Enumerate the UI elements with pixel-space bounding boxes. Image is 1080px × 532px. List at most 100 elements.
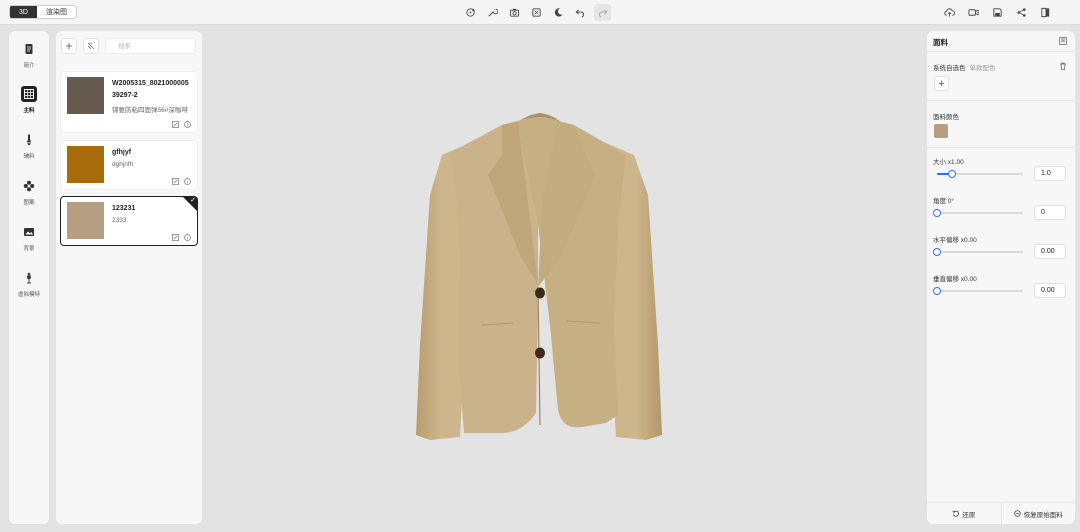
fabric-color-swatch[interactable] xyxy=(934,124,948,138)
sidebar-item-label: 背景 xyxy=(23,246,35,252)
fabric-name: gfhjyf xyxy=(112,149,132,156)
angle-slider[interactable] xyxy=(933,209,1023,217)
trash-icon[interactable] xyxy=(1059,62,1067,70)
fabric-card-actions xyxy=(172,121,191,128)
share-icon xyxy=(1017,8,1026,17)
tab-3d[interactable]: 3D xyxy=(10,6,37,18)
angle-input[interactable] xyxy=(1034,205,1066,220)
left-sidebar: 简介 主料 辅料 图案 背景 虚拟模特 xyxy=(9,31,49,524)
sidebar-item-intro[interactable]: 简介 xyxy=(9,41,49,69)
sidebar-item-label: 虚拟模特 xyxy=(17,292,40,298)
upload-button[interactable] xyxy=(941,4,958,21)
document-icon xyxy=(21,41,37,57)
fabric-grid-icon xyxy=(21,86,37,102)
wrench-icon xyxy=(488,8,498,17)
fabric-description: 2333 xyxy=(112,217,127,224)
custom-color-label: 系统自选色 单款配色 xyxy=(933,65,996,72)
sidebar-item-label: 图案 xyxy=(23,200,35,206)
fabric-search-input[interactable] xyxy=(105,38,196,54)
size-input[interactable] xyxy=(1034,166,1066,181)
filter-icon xyxy=(87,42,95,50)
filter-button[interactable] xyxy=(83,38,99,54)
share-button[interactable] xyxy=(1013,4,1030,21)
adjust-button[interactable] xyxy=(484,4,501,21)
sidebar-item-label: 简介 xyxy=(23,63,35,69)
fabric-card-actions xyxy=(172,234,191,241)
rotate-icon xyxy=(466,8,475,17)
pattern-icon xyxy=(21,178,37,194)
fit-view-icon xyxy=(532,8,541,17)
lighting-button[interactable] xyxy=(550,4,567,21)
save-button[interactable] xyxy=(989,4,1006,21)
vertical-offset-input[interactable] xyxy=(1034,283,1066,298)
slider-thumb[interactable] xyxy=(948,170,957,178)
redo-icon xyxy=(599,9,608,18)
edit-icon[interactable] xyxy=(172,121,179,128)
redo-button[interactable] xyxy=(594,4,611,21)
sidebar-item-background[interactable]: 背景 xyxy=(9,224,49,252)
horizontal-offset-label: 水平偏移 x0.00 xyxy=(933,237,977,244)
slider-thumb[interactable] xyxy=(933,287,941,295)
info-icon[interactable] xyxy=(184,234,191,241)
fabric-color-label: 面料颜色 xyxy=(933,114,959,121)
vertical-offset-label: 垂直偏移 x0.00 xyxy=(933,276,977,283)
add-fabric-button[interactable] xyxy=(61,38,77,54)
restore-button[interactable]: 还原 xyxy=(927,503,1002,524)
plus-icon xyxy=(65,42,73,50)
fabric-card[interactable]: gfhjyf dghjnfh xyxy=(60,140,198,190)
horizontal-offset-slider[interactable] xyxy=(933,248,1023,256)
horizontal-offset-input[interactable] xyxy=(1034,244,1066,259)
fabric-card[interactable]: W2005315_8021000005 39297-2 锦氨防粘四面弹56#深咖… xyxy=(60,71,198,133)
undo-icon xyxy=(575,9,584,18)
image-icon xyxy=(21,224,37,240)
restore-original-fabric-button[interactable]: 恢复原始面料 xyxy=(1002,503,1076,524)
tab-render[interactable]: 渲染图 xyxy=(37,6,76,18)
rotate-button[interactable] xyxy=(462,4,479,21)
record-video-button[interactable] xyxy=(965,4,982,21)
exit-button[interactable] xyxy=(1037,4,1054,21)
fabric-reset-icon xyxy=(1014,510,1021,517)
sidebar-item-pattern[interactable]: 图案 xyxy=(9,178,49,206)
moon-icon xyxy=(554,8,563,17)
slider-thumb[interactable] xyxy=(933,248,941,256)
jacket-button xyxy=(535,347,545,359)
collapse-icon[interactable]: ⊠ xyxy=(1059,37,1067,45)
panel-footer: 还原 恢复原始面料 xyxy=(927,502,1075,524)
fabric-swatch xyxy=(67,77,104,114)
top-toolbar: 3D 渲染图 xyxy=(0,0,1080,25)
view-mode-toggle: 3D 渲染图 xyxy=(9,5,77,19)
sidebar-item-main-fabric[interactable]: 主料 xyxy=(9,86,49,114)
fabric-swatch xyxy=(67,202,104,239)
fabric-card[interactable]: 123231 2333 ✓ xyxy=(60,196,198,246)
sidebar-item-accessories[interactable]: 辅料 xyxy=(9,132,49,160)
panel-title: 面料 xyxy=(933,38,948,47)
sidebar-item-label: 辅料 xyxy=(23,154,35,160)
exit-icon xyxy=(1041,7,1050,18)
sidebar-item-virtual-model[interactable]: 虚拟模特 xyxy=(9,270,49,298)
camera-icon xyxy=(509,8,520,17)
slider-thumb[interactable] xyxy=(933,209,941,217)
mannequin-icon xyxy=(21,270,37,286)
sidebar-item-label: 主料 xyxy=(23,108,35,114)
edit-icon[interactable] xyxy=(172,234,179,241)
fabric-description: dghjnfh xyxy=(112,161,134,168)
view-tools xyxy=(462,4,611,21)
info-icon[interactable] xyxy=(184,178,191,185)
3d-viewport[interactable] xyxy=(202,25,924,532)
angle-label: 角度 0° xyxy=(933,198,955,205)
zipper-icon xyxy=(21,132,37,148)
fabric-list-panel: W2005315_8021000005 39297-2 锦氨防粘四面弹56#深咖… xyxy=(56,31,202,524)
undo-button[interactable] xyxy=(572,4,589,21)
add-color-button[interactable]: + xyxy=(934,76,949,91)
size-slider[interactable] xyxy=(937,170,1023,178)
info-icon[interactable] xyxy=(184,121,191,128)
edit-icon[interactable] xyxy=(172,178,179,185)
vertical-offset-slider[interactable] xyxy=(933,287,1023,295)
size-label: 大小 x1.00 xyxy=(933,159,964,166)
fit-view-button[interactable] xyxy=(528,4,545,21)
fabric-swatch xyxy=(67,146,104,183)
cloud-upload-icon xyxy=(944,8,955,17)
save-icon xyxy=(993,8,1002,17)
fabric-properties-panel: 面料 ⊠ 系统自选色单款配色 + 面料颜色 大小 x1.00 角度 0° 水平偏… xyxy=(927,31,1075,524)
screenshot-button[interactable] xyxy=(506,4,523,21)
